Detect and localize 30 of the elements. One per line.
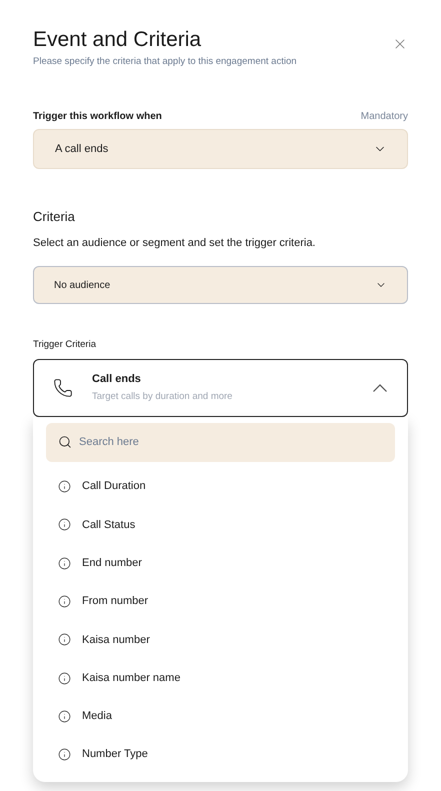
chevron-up-icon bbox=[373, 384, 387, 392]
option-item[interactable]: Call Duration bbox=[46, 468, 395, 506]
panel-title: Event and Criteria bbox=[33, 28, 202, 52]
info-icon bbox=[58, 518, 71, 532]
info-icon bbox=[58, 672, 71, 685]
criteria-heading: Criteria bbox=[33, 208, 76, 226]
trigger-select[interactable]: A call ends bbox=[33, 129, 408, 170]
audience-select[interactable]: No audience bbox=[33, 266, 408, 304]
option-item[interactable]: End number bbox=[46, 544, 395, 582]
option-item[interactable]: Media bbox=[46, 697, 395, 736]
search-icon bbox=[58, 434, 72, 448]
option-item[interactable]: Number Type bbox=[46, 736, 395, 774]
option-item[interactable]: Kaisa number name bbox=[46, 658, 395, 698]
phone-icon bbox=[53, 378, 73, 398]
option-item[interactable]: From number bbox=[46, 582, 395, 621]
criteria-description: Select an audience or segment and set the trigger criteria. bbox=[33, 236, 316, 251]
search-field[interactable]: Search here bbox=[46, 422, 395, 462]
panel-subtitle: Please specify the criteria that apply to this engagement action bbox=[33, 55, 297, 69]
info-icon bbox=[58, 480, 71, 494]
info-icon bbox=[58, 595, 71, 608]
info-icon bbox=[58, 633, 71, 646]
option-item[interactable]: Kaisa number bbox=[46, 620, 395, 659]
field-label: Trigger Criteria bbox=[33, 338, 97, 352]
field-label: Trigger this workflow when bbox=[33, 110, 162, 124]
mandatory-label: Mandatory bbox=[360, 110, 408, 124]
info-icon bbox=[58, 710, 71, 723]
info-icon bbox=[58, 556, 71, 570]
option-item[interactable]: Call Status bbox=[46, 506, 395, 544]
trigger-criteria-select[interactable]: Call ends Target calls by duration and more bbox=[33, 358, 408, 416]
info-icon bbox=[58, 748, 71, 762]
